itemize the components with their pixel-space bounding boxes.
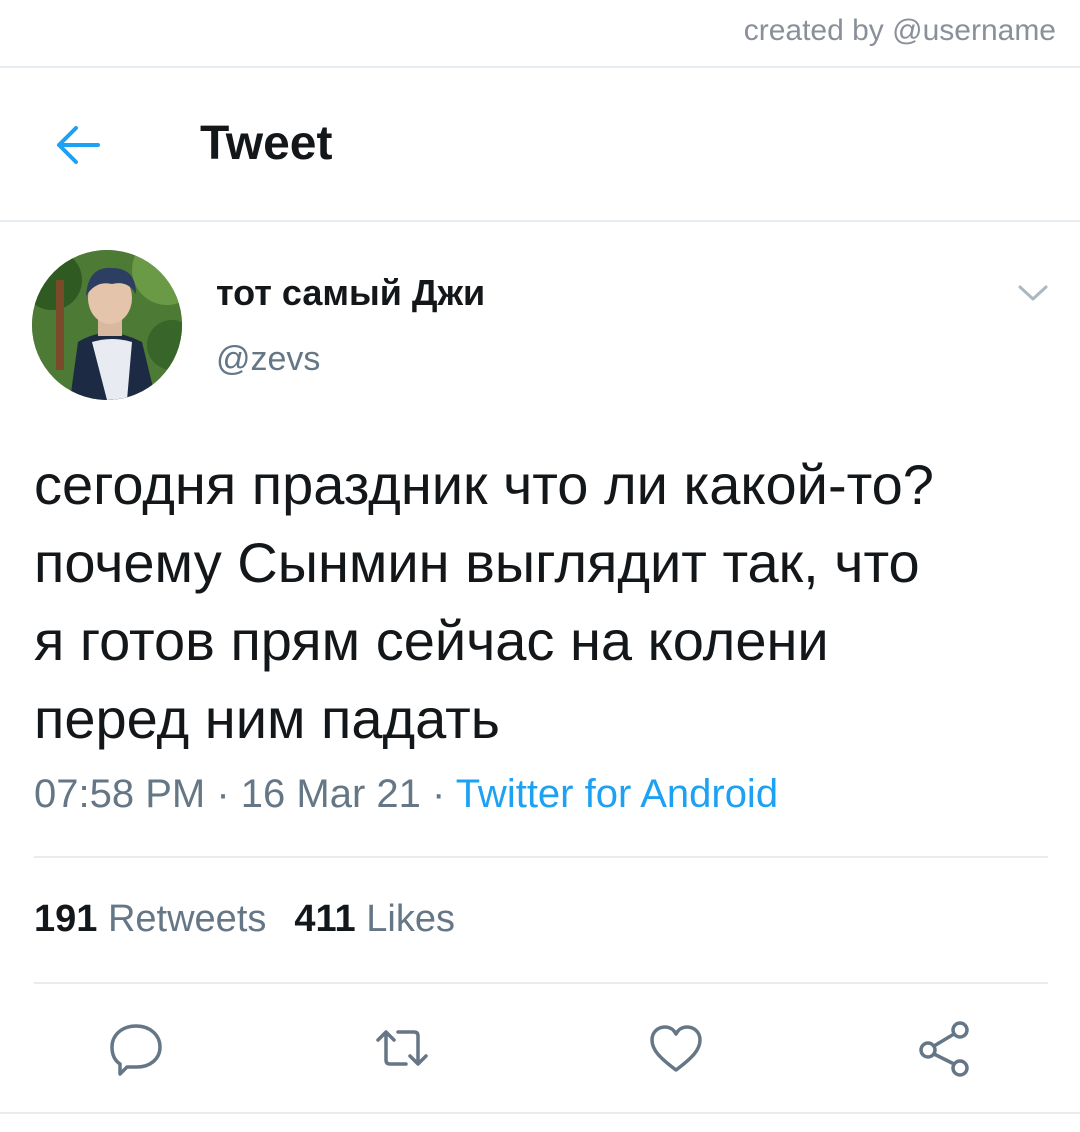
- credit-text: created by @username: [743, 14, 1056, 47]
- comment-icon: [110, 1024, 162, 1076]
- tweet-menu-button[interactable]: [1016, 282, 1050, 304]
- retweets-label: Retweets: [107, 898, 267, 940]
- share-button[interactable]: [912, 1016, 976, 1080]
- header-divider: [0, 220, 1080, 222]
- likes-label: Likes: [366, 898, 455, 940]
- avatar[interactable]: [32, 250, 182, 400]
- page-title: Tweet: [200, 117, 333, 170]
- tweet-text-line: перед ним падать: [34, 687, 500, 750]
- bottom-divider: [0, 1112, 1080, 1114]
- reply-button[interactable]: [104, 1016, 168, 1080]
- tweet-text: сегодня праздник что ли какой-то? почему…: [34, 446, 1054, 758]
- retweet-icon: [376, 1030, 428, 1066]
- avatar-photo: [32, 250, 182, 400]
- tweet-date: 16 Mar 21: [240, 772, 421, 816]
- retweet-button[interactable]: [370, 1016, 434, 1080]
- tweet-text-line: почему Сынмин выглядит так, что: [34, 531, 920, 594]
- like-button[interactable]: [644, 1016, 708, 1080]
- meta-divider: [34, 856, 1048, 858]
- tweet-text-line: сегодня праздник что ли какой-то?: [34, 453, 934, 516]
- share-icon: [919, 1021, 969, 1077]
- header-bar: Tweet: [0, 70, 1080, 220]
- top-divider: [0, 66, 1080, 68]
- retweets-count: 191: [34, 898, 98, 940]
- chevron-down-icon: [1018, 285, 1048, 301]
- likes-count: 411: [294, 898, 356, 940]
- tweet-stats: 191 Retweets 411 Likes: [34, 898, 455, 941]
- tweet-text-line: я готов прям сейчас на колени: [34, 609, 829, 672]
- likes-stat[interactable]: 411 Likes: [294, 898, 455, 940]
- stats-divider: [34, 982, 1048, 984]
- author-handle[interactable]: @zevs: [216, 340, 320, 379]
- author-name[interactable]: тот самый Джи: [216, 272, 485, 314]
- tweet-source-link[interactable]: Twitter for Android: [456, 772, 778, 816]
- tweet-time: 07:58 PM: [34, 772, 206, 816]
- arrow-left-icon: [57, 126, 100, 164]
- retweets-stat[interactable]: 191 Retweets: [34, 898, 266, 940]
- back-button[interactable]: [52, 122, 104, 168]
- tweet-meta: 07:58 PM · 16 Mar 21 · Twitter for Andro…: [34, 772, 779, 816]
- heart-icon: [650, 1025, 702, 1072]
